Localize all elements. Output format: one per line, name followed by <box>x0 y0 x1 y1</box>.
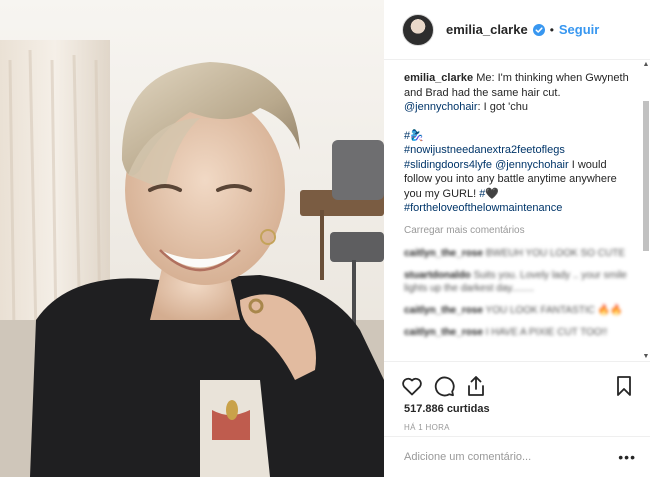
hashtag-link[interactable]: #🖤 <box>479 188 499 200</box>
header-separator: • <box>549 22 554 37</box>
header-username[interactable]: emilia_clarke <box>446 22 528 37</box>
comment-username[interactable]: stuartdonaldo <box>404 270 471 281</box>
scroll-up-arrow-icon[interactable]: ▲ <box>642 61 650 69</box>
share-icon[interactable] <box>464 374 488 398</box>
comments-scrollbar[interactable]: ▲ ▼ <box>642 61 650 361</box>
comments-list[interactable]: emilia_clarke Me: I'm thinking when Gwyn… <box>384 61 642 361</box>
hashtag-link[interactable]: #🧞‍♀️ <box>404 130 424 142</box>
comment-icon[interactable] <box>432 374 456 398</box>
follow-button[interactable]: Seguir <box>559 22 599 37</box>
action-icons <box>400 374 636 398</box>
comment-username[interactable]: caitlyn_the_rose <box>404 305 483 316</box>
caption: emilia_clarke Me: I'm thinking when Gwyn… <box>404 71 632 216</box>
likes-count[interactable]: 517.886 curtidas <box>404 403 490 415</box>
comment-username[interactable]: caitlyn_the_rose <box>404 248 483 259</box>
comment-item: caitlyn_the_rose YOU LOOK FANTASTIC 🔥🔥 <box>404 304 632 317</box>
comment-item: caitlyn_the_rose BWEUH YOU LOOK SO CUTE <box>404 247 632 260</box>
post-side-panel: emilia_clarke • Seguir emilia_clarke Me:… <box>384 0 650 477</box>
photo-selfie-image <box>0 0 384 477</box>
add-comment-input[interactable]: Adicione um comentário... <box>404 451 618 463</box>
comment-item: stuartdonaldo Suits you. Lovely lady .. … <box>404 269 632 295</box>
comment-item: caitlyn_the_rose I HAVE A PIXIE CUT TOO!… <box>404 326 632 339</box>
comment-text: BWEUH YOU LOOK SO CUTE <box>485 248 626 259</box>
scrollbar-thumb[interactable] <box>643 101 649 251</box>
heart-icon[interactable] <box>400 374 424 398</box>
hashtag-link[interactable]: #nowijustneedanextra2feetoflegs <box>404 144 565 156</box>
mention-link[interactable]: @jennychohair <box>495 159 569 171</box>
post-header: emilia_clarke • Seguir <box>384 0 650 60</box>
mention-link[interactable]: @jennychohair <box>404 101 478 113</box>
scroll-down-arrow-icon[interactable]: ▼ <box>642 353 650 361</box>
caption-text-2: : I got 'chu <box>477 101 528 113</box>
bookmark-icon[interactable] <box>612 374 636 398</box>
more-options-icon[interactable]: ••• <box>618 449 636 465</box>
add-comment-bar: Adicione um comentário... ••• <box>384 436 650 477</box>
caption-username[interactable]: emilia_clarke <box>404 72 473 84</box>
post-photo[interactable] <box>0 0 384 477</box>
post-timestamp[interactable]: HÁ 1 HORA <box>404 423 450 432</box>
comment-text: I HAVE A PIXIE CUT TOO!! <box>485 327 608 338</box>
comment-username[interactable]: caitlyn_the_rose <box>404 327 483 338</box>
comment-text: YOU LOOK FANTASTIC 🔥🔥 <box>485 305 623 316</box>
hashtag-link[interactable]: #fortheloveofthelowmaintenance <box>404 202 562 214</box>
avatar[interactable] <box>402 13 434 46</box>
hashtag-link[interactable]: #slidingdoors4lyfe <box>404 159 492 171</box>
verified-badge-icon <box>532 23 545 36</box>
load-more-comments-button[interactable]: Carregar mais comentários <box>404 224 632 239</box>
